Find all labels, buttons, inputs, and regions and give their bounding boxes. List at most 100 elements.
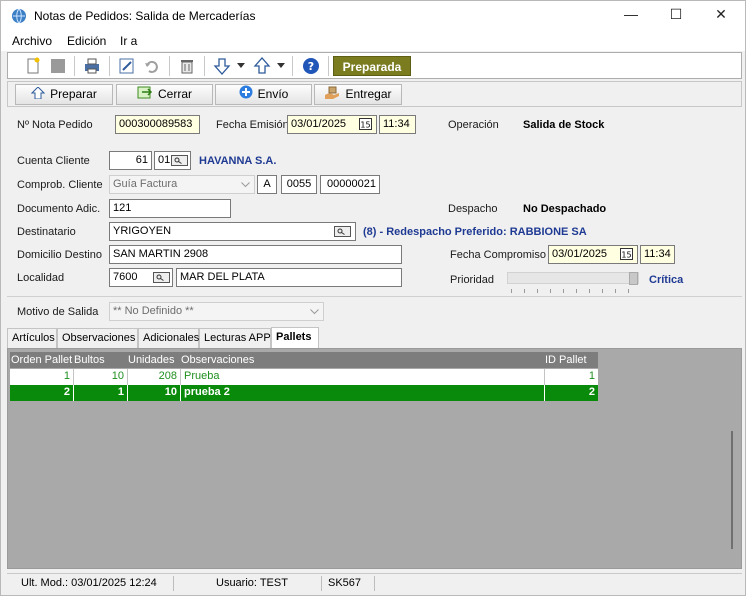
chevron-down-icon[interactable]: [277, 63, 285, 69]
print-icon[interactable]: [82, 56, 102, 76]
tab-observaciones[interactable]: Observaciones: [57, 328, 138, 348]
window-title: Notas de Pedidos: Salida de Mercaderías: [34, 9, 256, 23]
prioridad-label: Prioridad: [450, 274, 495, 286]
col-observaciones[interactable]: Observaciones: [181, 352, 254, 368]
cell-bultos: 1: [74, 385, 128, 401]
status-usuario: Usuario: TEST: [216, 577, 288, 589]
delete-trash-icon[interactable]: [177, 56, 197, 76]
comprob-label: Comprob. Cliente: [17, 179, 103, 191]
minimize-icon[interactable]: —: [620, 6, 642, 26]
move-up-arrow-icon[interactable]: [252, 56, 272, 76]
fecha-emision-field[interactable]: 03/01/2025 15: [287, 115, 377, 134]
help-icon[interactable]: ?: [301, 56, 321, 76]
tab-pallets[interactable]: Pallets: [271, 327, 319, 348]
prioridad-value: Crítica: [649, 274, 684, 286]
cuenta-nombre[interactable]: HAVANNA S.A.: [199, 155, 276, 167]
envio-button[interactable]: Envío: [215, 84, 312, 105]
prioridad-slider[interactable]: [507, 272, 639, 285]
cuenta-suc-field[interactable]: 01: [154, 151, 191, 170]
chevron-down-icon: [310, 309, 319, 315]
cell-observaciones: prueba 2: [181, 385, 545, 401]
cell-orden: 2: [10, 385, 74, 401]
hora-comp-field[interactable]: 11:34: [640, 245, 675, 264]
cell-unidades: 208: [128, 369, 181, 385]
cell-unidades: 10: [128, 385, 181, 401]
menu-bar: Archivo Edición Ir a: [1, 31, 745, 51]
cuenta-label: Cuenta Cliente: [17, 155, 90, 167]
svg-text:?: ?: [308, 60, 314, 73]
cell-orden: 1: [10, 369, 74, 385]
domicilio-field[interactable]: SAN MARTIN 2908: [109, 245, 402, 264]
operacion-value: Salida de Stock: [523, 119, 605, 131]
maximize-icon[interactable]: ☐: [665, 6, 687, 26]
col-orden-pallet[interactable]: Orden Pallet: [11, 352, 72, 368]
localidad-cp-field[interactable]: 7600: [109, 268, 173, 287]
status-ult-mod: Ult. Mod.: 03/01/2025 12:24: [21, 577, 157, 589]
cerrar-label: Cerrar: [157, 87, 192, 101]
col-id-pallet[interactable]: ID Pallet: [545, 352, 587, 368]
col-unidades[interactable]: Unidades: [128, 352, 174, 368]
comprob-nro-field[interactable]: 00000021: [320, 175, 380, 194]
lookup-icon[interactable]: [153, 272, 170, 283]
redespacho-info: (8) - Redespacho Preferido: RABBIONE SA: [363, 226, 587, 238]
hora-emision-field[interactable]: 11:34: [379, 115, 416, 134]
despacho-value: No Despachado: [523, 203, 607, 215]
scrollbar[interactable]: [731, 431, 733, 549]
preparar-button[interactable]: Preparar: [15, 84, 113, 105]
lookup-icon[interactable]: [334, 226, 351, 237]
despacho-label: Despacho: [448, 203, 498, 215]
comprob-pv-field[interactable]: 0055: [281, 175, 317, 194]
new-document-icon[interactable]: [23, 56, 43, 76]
col-bultos[interactable]: Bultos: [74, 352, 105, 368]
fecha-comp-field[interactable]: 03/01/2025 15: [548, 245, 638, 264]
up-arrow-icon: [31, 87, 46, 99]
tab-articulos[interactable]: Artículos: [7, 328, 57, 348]
fecha-comp-value: 03/01/2025: [552, 248, 608, 260]
edit-icon[interactable]: [117, 56, 137, 76]
cuenta-suc-value: 01: [158, 154, 171, 166]
table-row-selected[interactable]: 2 1 10 prueba 2 2: [10, 385, 598, 401]
preparar-label: Preparar: [50, 87, 97, 101]
fecha-emision-label: Fecha Emisión: [216, 119, 289, 131]
nro-nota-field[interactable]: 000300089583: [115, 115, 200, 134]
move-down-arrow-icon[interactable]: [212, 56, 232, 76]
destinatario-field[interactable]: YRIGOYEN: [109, 222, 356, 241]
comprob-letra-field[interactable]: A: [257, 175, 277, 194]
menu-ir-a[interactable]: Ir a: [120, 34, 137, 48]
calendar-icon[interactable]: 15: [359, 118, 372, 130]
localidad-nombre-field[interactable]: MAR DEL PLATA: [176, 268, 402, 287]
calendar-icon[interactable]: 15: [620, 248, 633, 260]
cell-bultos: 10: [74, 369, 128, 385]
chevron-down-icon: [241, 182, 250, 188]
doc-adic-field[interactable]: 121: [109, 199, 231, 218]
svg-text:15: 15: [621, 251, 631, 260]
hand-package-icon: [325, 86, 340, 99]
save-icon[interactable]: [48, 56, 68, 76]
slider-ticks: [511, 289, 636, 293]
table-row[interactable]: 1 10 208 Prueba 1: [10, 369, 598, 385]
menu-edicion[interactable]: Edición: [67, 34, 106, 48]
cerrar-button[interactable]: Cerrar: [116, 84, 213, 105]
doc-adic-label: Documento Adic.: [17, 203, 101, 215]
lookup-icon[interactable]: [171, 155, 188, 166]
status-badge: Preparada: [333, 56, 411, 76]
cell-id-pallet: 2: [588, 386, 595, 398]
tab-adicionales[interactable]: Adicionales: [138, 328, 199, 348]
localidad-label: Localidad: [17, 272, 65, 284]
menu-archivo[interactable]: Archivo: [12, 34, 52, 48]
fecha-comp-label: Fecha Compromiso: [450, 249, 546, 261]
chevron-down-icon[interactable]: [237, 63, 245, 69]
envio-label: Envío: [257, 87, 289, 101]
tab-lecturas-app[interactable]: Lecturas APP: [199, 328, 271, 348]
entregar-button[interactable]: Entregar: [314, 84, 402, 105]
motivo-select[interactable]: ** No Definido **: [109, 302, 324, 321]
close-icon[interactable]: ✕: [710, 6, 732, 26]
comprob-tipo-select[interactable]: Guía Factura: [109, 175, 255, 194]
svg-text:15: 15: [360, 121, 370, 130]
undo-icon[interactable]: [142, 56, 162, 76]
slider-thumb[interactable]: [629, 272, 638, 285]
entregar-label: Entregar: [345, 87, 392, 101]
cell-observaciones: Prueba: [181, 369, 545, 385]
cuenta-nro-field[interactable]: 61: [109, 151, 152, 170]
comprob-tipo-value: Guía Factura: [113, 178, 178, 190]
